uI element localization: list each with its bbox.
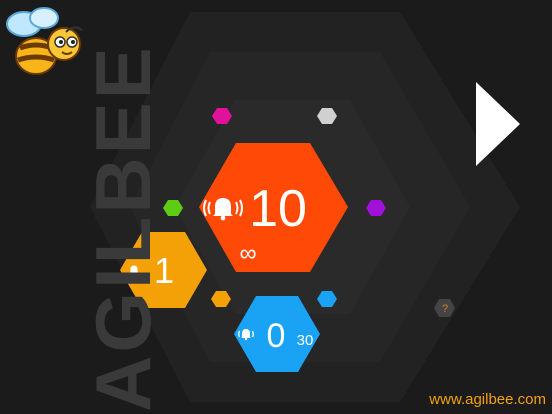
help-icon: ?	[441, 303, 449, 315]
play-icon	[476, 82, 520, 166]
main-hexagon-infinity-symbol: ∞	[239, 240, 256, 267]
website-link[interactable]: www.agilbee.com	[429, 391, 546, 408]
bottom-hexagon-value: 0	[267, 317, 286, 355]
play-button[interactable]	[474, 82, 522, 166]
main-hexagon-value: 10	[249, 180, 307, 238]
bottom-hexagon-sub-value: 30	[297, 332, 314, 349]
brand-vertical-text: AGILBEE	[79, 44, 167, 412]
help-button[interactable]: ?	[432, 296, 458, 322]
bee-logo-icon	[6, 7, 83, 75]
